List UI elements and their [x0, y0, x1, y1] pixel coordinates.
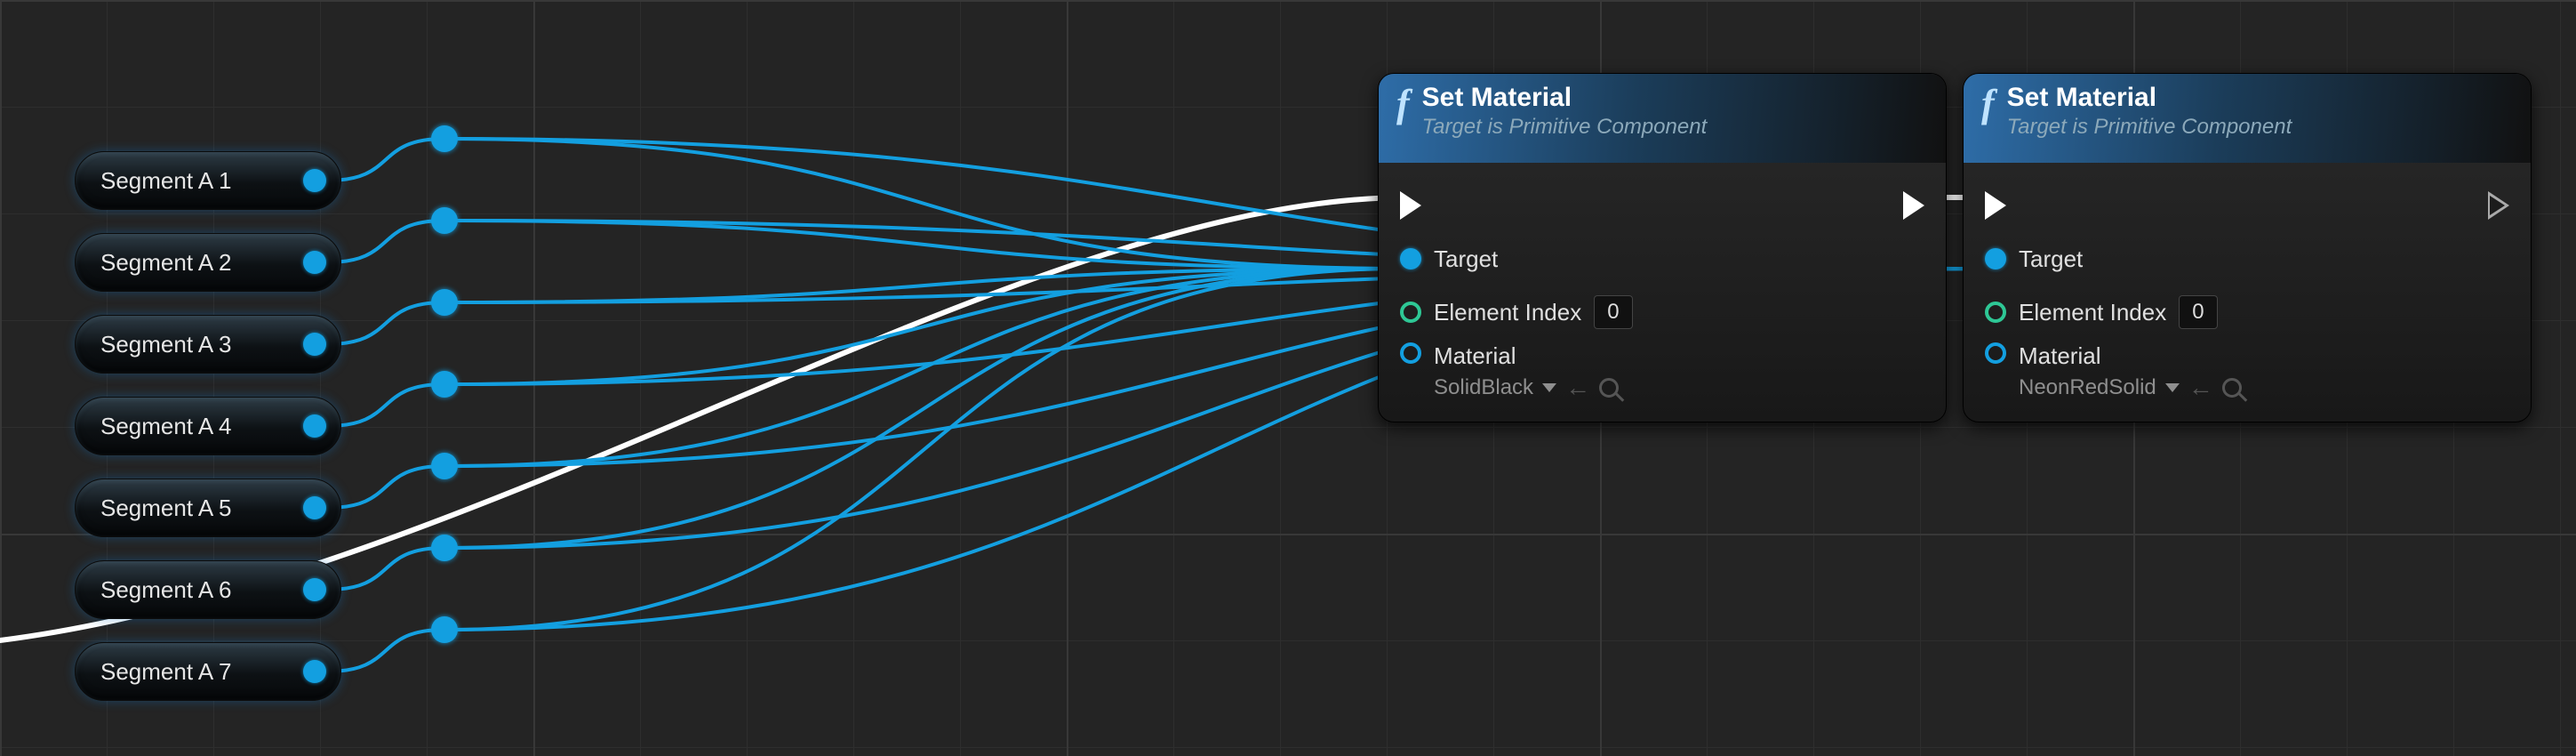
variable-label: Segment A 1: [100, 167, 303, 195]
element-index-label: Element Index: [2019, 299, 2166, 326]
reroute-node[interactable]: [431, 371, 458, 398]
material-input-pin[interactable]: [1985, 342, 2006, 364]
output-pin[interactable]: [303, 660, 326, 683]
variable-label: Segment A 5: [100, 495, 303, 522]
node-header[interactable]: f Set Material Target is Primitive Compo…: [1964, 74, 2531, 163]
material-value: SolidBlack: [1434, 375, 1533, 400]
variable-label: Segment A 4: [100, 413, 303, 440]
blueprint-canvas[interactable]: Segment A 1 Segment A 2 Segment A 3 Segment…: [0, 0, 2576, 756]
exec-in-pin[interactable]: [1400, 191, 1421, 220]
variable-get-segment-a-2[interactable]: Segment A 2: [75, 233, 341, 292]
element-index-value[interactable]: 0: [2179, 295, 2217, 329]
exec-out-pin[interactable]: [1903, 191, 1924, 220]
material-input-pin[interactable]: [1400, 342, 1421, 364]
variable-get-segment-a-4[interactable]: Segment A 4: [75, 397, 341, 455]
material-label: Material: [1434, 342, 1619, 370]
material-picker[interactable]: SolidBlack ←: [1434, 374, 1619, 402]
material-label: Material: [2019, 342, 2242, 370]
reroute-node[interactable]: [431, 207, 458, 234]
reroute-node[interactable]: [431, 535, 458, 561]
chevron-down-icon: [2165, 383, 2180, 392]
variable-label: Segment A 2: [100, 249, 303, 277]
back-arrow-icon[interactable]: ←: [2188, 374, 2213, 402]
output-pin[interactable]: [303, 414, 326, 438]
node-set-material-1[interactable]: f Set Material Target is Primitive Compo…: [1378, 73, 1947, 422]
element-index-label: Element Index: [1434, 299, 1581, 326]
node-subtitle: Target is Primitive Component: [1422, 115, 1708, 140]
node-title: Set Material: [1422, 83, 1708, 113]
variable-get-segment-a-1[interactable]: Segment A 1: [75, 151, 341, 210]
reroute-node[interactable]: [431, 289, 458, 316]
reroute-node[interactable]: [431, 616, 458, 643]
variable-label: Segment A 3: [100, 331, 303, 358]
output-pin[interactable]: [303, 496, 326, 519]
target-input-pin[interactable]: [1985, 248, 2006, 269]
reroute-node[interactable]: [431, 453, 458, 479]
material-picker[interactable]: NeonRedSolid ←: [2019, 374, 2242, 402]
variable-get-segment-a-6[interactable]: Segment A 6: [75, 560, 341, 619]
variable-get-segment-a-3[interactable]: Segment A 3: [75, 315, 341, 374]
target-label: Target: [1434, 245, 1498, 273]
node-subtitle: Target is Primitive Component: [2007, 115, 2292, 140]
target-input-pin[interactable]: [1400, 248, 1421, 269]
function-icon: f: [1396, 84, 1410, 124]
reroute-node[interactable]: [431, 125, 458, 152]
output-pin[interactable]: [303, 169, 326, 192]
exec-in-pin[interactable]: [1985, 191, 2006, 220]
function-icon: f: [1981, 84, 1995, 124]
node-header[interactable]: f Set Material Target is Primitive Compo…: [1379, 74, 1946, 163]
node-set-material-2[interactable]: f Set Material Target is Primitive Compo…: [1963, 73, 2532, 422]
element-index-input-pin[interactable]: [1985, 302, 2006, 323]
variable-label: Segment A 7: [100, 658, 303, 686]
node-title: Set Material: [2007, 83, 2292, 113]
variable-get-segment-a-7[interactable]: Segment A 7: [75, 642, 341, 701]
exec-out-pin[interactable]: [2488, 191, 2509, 220]
output-pin[interactable]: [303, 251, 326, 274]
element-index-input-pin[interactable]: [1400, 302, 1421, 323]
target-label: Target: [2019, 245, 2083, 273]
output-pin[interactable]: [303, 578, 326, 601]
chevron-down-icon: [1542, 383, 1556, 392]
output-pin[interactable]: [303, 333, 326, 356]
back-arrow-icon[interactable]: ←: [1565, 374, 1590, 402]
variable-label: Segment A 6: [100, 576, 303, 604]
element-index-value[interactable]: 0: [1594, 295, 1632, 329]
variable-get-segment-a-5[interactable]: Segment A 5: [75, 479, 341, 537]
search-icon[interactable]: [2222, 378, 2242, 398]
material-value: NeonRedSolid: [2019, 375, 2156, 400]
search-icon[interactable]: [1599, 378, 1619, 398]
